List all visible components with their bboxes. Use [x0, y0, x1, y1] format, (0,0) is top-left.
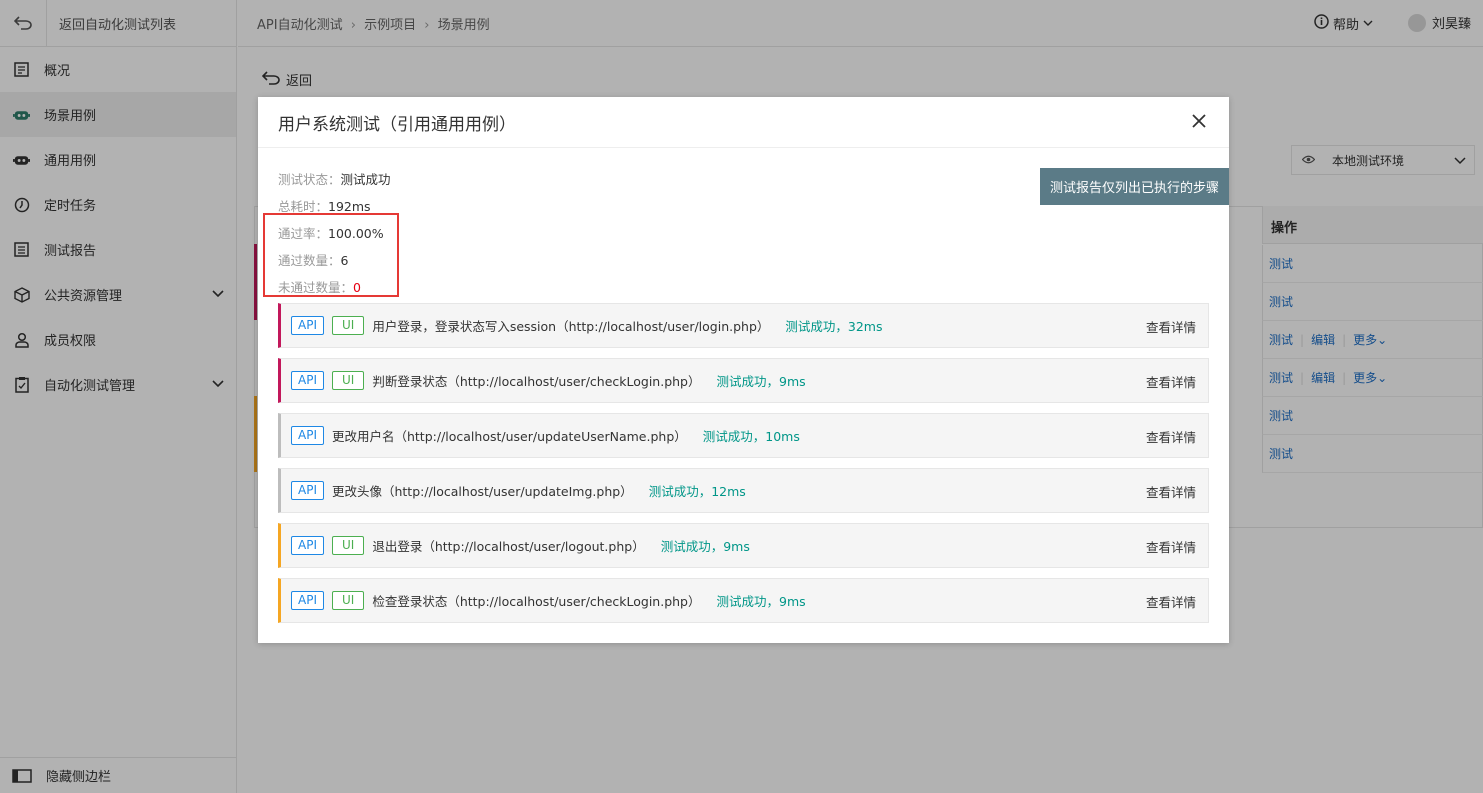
- step-name: 退出登录（http://localhost/user/logout.php）: [372, 539, 645, 554]
- highlight-box: [263, 213, 399, 297]
- step-list: API UI 用户登录，登录状态写入session（http://localho…: [278, 303, 1209, 633]
- list-item: API UI 判断登录状态（http://localhost/user/chec…: [278, 358, 1209, 403]
- ui-tag: UI: [331, 591, 365, 610]
- api-tag: API: [291, 481, 324, 500]
- list-item: API UI 用户登录，登录状态写入session（http://localho…: [278, 303, 1209, 348]
- api-tag: API: [291, 591, 324, 610]
- step-result: 测试成功，32ms: [785, 319, 883, 334]
- api-tag: API: [291, 536, 324, 555]
- step-result: 测试成功，10ms: [702, 429, 800, 444]
- modal-title: 用户系统测试（引用通用用例）: [278, 114, 516, 135]
- view-details-link[interactable]: 查看详情: [1146, 592, 1196, 611]
- modal-header: 用户系统测试（引用通用用例）: [258, 97, 1229, 148]
- list-item: API UI 检查登录状态（http://localhost/user/chec…: [278, 578, 1209, 623]
- api-tag: API: [291, 371, 324, 390]
- test-report-modal: 用户系统测试（引用通用用例） 测试报告仅列出已执行的步骤 测试状态：测试成功 总…: [258, 97, 1229, 643]
- stat-value: 192ms: [328, 199, 371, 214]
- view-details-link[interactable]: 查看详情: [1146, 537, 1196, 556]
- step-name: 检查登录状态（http://localhost/user/checkLogin.…: [372, 594, 701, 609]
- stat-label: 总耗时：: [278, 199, 329, 214]
- stat-status: 测试状态：测试成功: [278, 169, 391, 188]
- view-details-link[interactable]: 查看详情: [1146, 482, 1196, 501]
- stat-label: 测试状态：: [278, 172, 341, 187]
- close-icon[interactable]: [1189, 111, 1209, 131]
- step-name: 更改头像（http://localhost/user/updateImg.php…: [331, 484, 633, 499]
- step-name: 用户登录，登录状态写入session（http://localhost/user…: [372, 319, 770, 334]
- step-name: 判断登录状态（http://localhost/user/checkLogin.…: [372, 374, 701, 389]
- step-result: 测试成功，9ms: [716, 374, 806, 389]
- view-details-link[interactable]: 查看详情: [1146, 427, 1196, 446]
- step-result: 测试成功，12ms: [648, 484, 746, 499]
- step-result: 测试成功，9ms: [660, 539, 750, 554]
- list-item: API 更改用户名（http://localhost/user/updateUs…: [278, 413, 1209, 458]
- view-details-link[interactable]: 查看详情: [1146, 372, 1196, 391]
- ui-tag: UI: [331, 371, 365, 390]
- stat-value: 测试成功: [340, 172, 391, 187]
- list-item: API UI 退出登录（http://localhost/user/logout…: [278, 523, 1209, 568]
- ui-tag: UI: [331, 536, 365, 555]
- api-tag: API: [291, 426, 324, 445]
- step-result: 测试成功，9ms: [716, 594, 806, 609]
- view-details-link[interactable]: 查看详情: [1146, 317, 1196, 336]
- list-item: API 更改头像（http://localhost/user/updateImg…: [278, 468, 1209, 513]
- report-tip-badge: 测试报告仅列出已执行的步骤: [1040, 168, 1229, 205]
- step-name: 更改用户名（http://localhost/user/updateUserNa…: [331, 429, 687, 444]
- api-tag: API: [291, 316, 324, 335]
- ui-tag: UI: [331, 316, 365, 335]
